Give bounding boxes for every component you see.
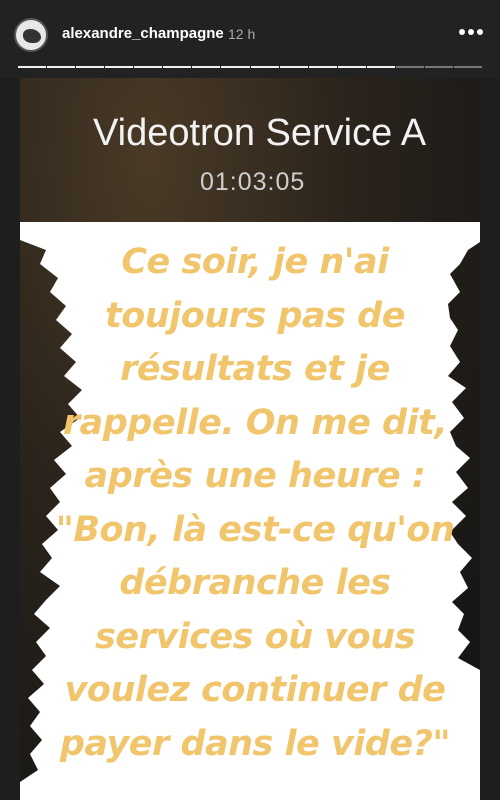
progress-segment — [76, 66, 105, 68]
call-duration: 01:03:05 — [200, 168, 306, 196]
progress-segment — [279, 66, 308, 68]
message-line: débranche les — [119, 563, 391, 603]
progress-segment — [424, 66, 453, 68]
progress-segment — [221, 66, 250, 68]
progress-segment — [337, 66, 366, 68]
username[interactable]: alexandre_champagne — [62, 25, 224, 42]
progress-segment — [163, 66, 192, 68]
post-time: 12 h — [228, 26, 256, 42]
story-message: Ce soir, je n'ai toujours pas de résulta… — [40, 236, 470, 771]
story-progress-bar — [18, 66, 482, 69]
progress-segment — [366, 66, 395, 68]
progress-segment — [308, 66, 337, 68]
progress-segment — [105, 66, 134, 68]
message-line: toujours pas de — [105, 295, 405, 336]
progress-segment — [250, 66, 279, 68]
avatar[interactable] — [14, 18, 48, 52]
progress-segment — [18, 66, 47, 68]
progress-segment — [395, 66, 424, 68]
message-line: après une heure : — [84, 456, 426, 496]
story-header: alexandre_champagne 12 h — [0, 0, 500, 78]
message-line: Ce soir, je n'ai — [121, 242, 389, 282]
message-line: voulez continuer de — [64, 670, 446, 710]
message-line: payer dans le vide?" — [59, 723, 451, 764]
call-contact-name: Videotron Service A — [93, 112, 427, 154]
more-dots-icon[interactable] — [458, 28, 484, 36]
progress-segment — [453, 66, 482, 68]
right-dark-edge — [480, 0, 500, 800]
message-line: rappelle. On me dit, — [62, 402, 448, 443]
message-line: résultats et je — [120, 349, 390, 389]
progress-segment — [134, 66, 163, 68]
message-line: "Bon, là est-ce qu'on — [55, 509, 455, 550]
left-dark-edge — [0, 0, 20, 800]
progress-segment — [47, 66, 76, 68]
message-line: services où vous — [95, 616, 415, 657]
progress-segment — [192, 66, 221, 68]
